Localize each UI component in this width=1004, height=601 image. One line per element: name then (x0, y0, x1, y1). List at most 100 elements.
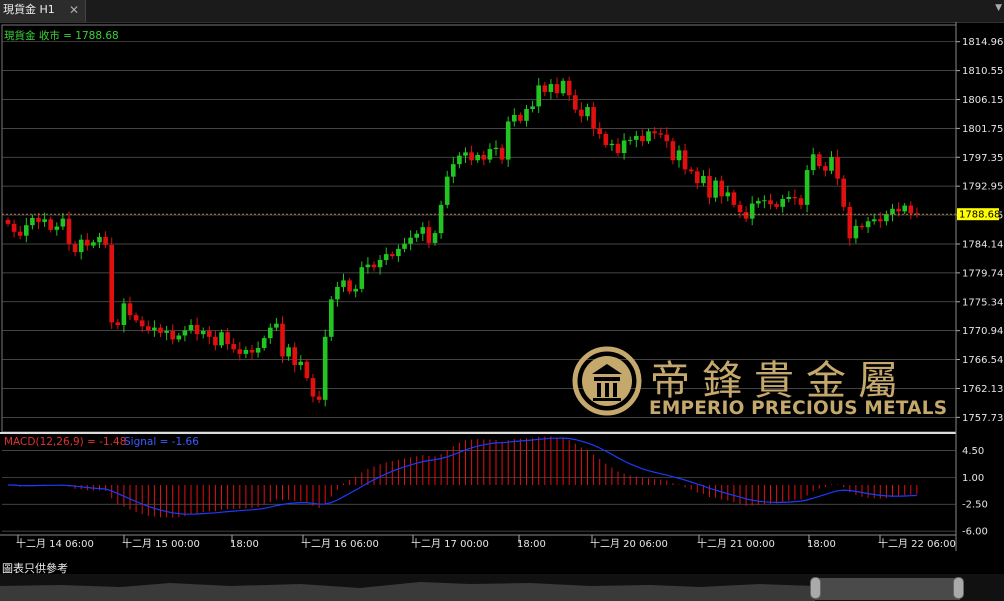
candle-body (341, 280, 346, 287)
macd-tick-label: -6.00 (962, 527, 988, 538)
candle-body (426, 227, 432, 243)
candle-body (505, 121, 511, 160)
candle-body (774, 204, 779, 207)
logo-english: EMPERIO PRECIOUS METALS (649, 398, 948, 419)
candle-body (786, 196, 792, 199)
price-tick-label: 1770.94 (962, 326, 1003, 337)
candle-body (823, 166, 828, 171)
candle-body (255, 347, 261, 353)
emblem-icon (572, 346, 642, 416)
candle-body (768, 200, 773, 205)
candle-body (310, 378, 316, 397)
candle-body (579, 109, 584, 117)
macd-tick-label: -2.50 (962, 500, 988, 511)
candle-body (304, 361, 310, 379)
candle-body (91, 242, 96, 246)
close-icon[interactable]: ✕ (69, 0, 79, 20)
candle-body (365, 264, 371, 268)
candle-body (164, 330, 169, 333)
candle-body (322, 336, 328, 400)
candle-body (560, 80, 566, 94)
candle-body (133, 315, 139, 321)
price-tick-label: 1766.54 (962, 355, 1003, 366)
candle-body (713, 180, 718, 198)
macd-tick-label: 4.50 (962, 446, 984, 457)
candle-body (518, 114, 523, 121)
candle-body (634, 135, 639, 140)
candle-body (902, 205, 907, 212)
candle-body (152, 327, 157, 331)
candle-body (676, 150, 682, 161)
candle-body (859, 225, 865, 228)
candle-body (280, 323, 285, 357)
candle-body (66, 218, 72, 245)
candle-body (749, 203, 755, 219)
candle-body (853, 225, 859, 239)
price-chart[interactable]: 1814.96 1810.55 1806.15 1801.75 1797.35 1792.… (0, 22, 1004, 562)
candle-body (512, 114, 517, 122)
candle-body (804, 170, 810, 205)
candle-body (60, 218, 66, 227)
price-tick-label: 1757.73 (962, 413, 1003, 424)
candle-body (213, 336, 218, 346)
candle-body (725, 192, 731, 197)
price-tick-label: 1775.34 (962, 297, 1003, 308)
candle-body (810, 154, 816, 171)
time-tick-label: 18:00 (230, 539, 259, 550)
candle-body (249, 349, 255, 353)
candle-body (121, 303, 127, 325)
candle-body (390, 254, 395, 257)
candle-body (438, 204, 444, 234)
candle-body (762, 200, 767, 202)
candle-body (11, 223, 17, 232)
candle-body (103, 237, 108, 245)
time-tick-label: 18:00 (517, 539, 546, 550)
time-tick-label: 十二月 20 06:00 (590, 537, 668, 550)
time-tick-label: 十二月 16 06:00 (301, 537, 379, 550)
candle-body (554, 84, 560, 94)
chevron-down-icon[interactable]: ▼ (995, 3, 1002, 13)
candle-body (603, 133, 609, 146)
candle-body (402, 243, 407, 249)
candle-body (243, 349, 249, 354)
candle-body (396, 248, 401, 257)
chart-header-label: 現貨金 收市 = 1788.68 (4, 29, 119, 42)
candle-body (615, 143, 621, 154)
candle-body (237, 349, 243, 354)
candle-body (621, 140, 627, 154)
candle-body (451, 164, 456, 177)
candle-body (884, 214, 889, 222)
candle-body (432, 233, 438, 243)
candle-body (225, 332, 230, 345)
candle-body (780, 198, 785, 207)
candle-body (97, 237, 102, 243)
price-tick-label: 1762.13 (962, 384, 1003, 395)
price-tick-label: 1784.14 (962, 239, 1003, 250)
candle-body (329, 299, 334, 337)
price-tick-label: 1797.35 (962, 153, 1003, 164)
candle-body (664, 134, 670, 142)
candle-body (335, 286, 340, 300)
navigator-right-handle[interactable] (953, 577, 964, 599)
candle-body (377, 260, 383, 268)
candle-body (383, 254, 389, 261)
candle-body (573, 95, 578, 110)
navigator-left-handle[interactable] (810, 577, 821, 599)
candle-body (499, 147, 505, 160)
candle-body (707, 175, 712, 198)
candle-body (487, 149, 493, 160)
candle-body (176, 335, 182, 340)
navigator-bar[interactable] (0, 574, 1004, 601)
candle-body (158, 327, 163, 333)
candle-body (652, 131, 657, 134)
candle-body (865, 221, 871, 228)
navigator-preview (0, 578, 960, 601)
candle-body (792, 196, 798, 199)
candle-body (127, 303, 133, 316)
candle-body (591, 107, 596, 129)
candle-body (268, 327, 273, 339)
candle-body (207, 330, 212, 337)
tab-chart[interactable]: 現貨金 H1 ✕ (0, 0, 86, 22)
candle-body (536, 85, 541, 107)
candle-body (475, 154, 480, 161)
